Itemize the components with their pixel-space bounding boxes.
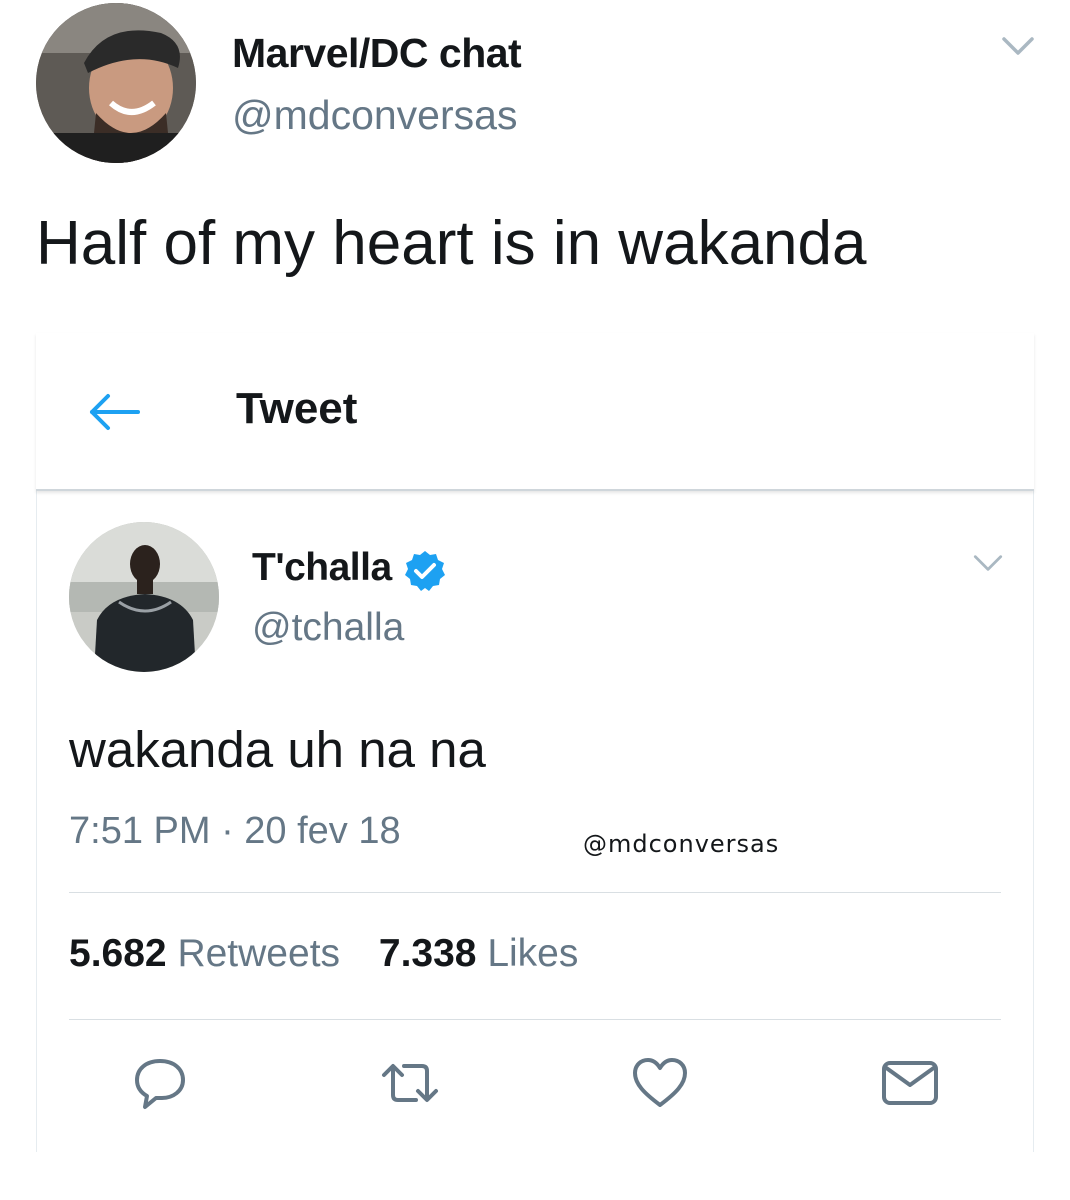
tweet-body: wakanda uh na na bbox=[69, 721, 486, 778]
chevron-down-icon[interactable] bbox=[1001, 35, 1035, 57]
message-icon[interactable] bbox=[880, 1053, 940, 1113]
divider bbox=[69, 1019, 1001, 1020]
avatar-photo bbox=[69, 522, 219, 672]
watermark: @mdconversas bbox=[583, 830, 780, 858]
chevron-down-icon[interactable] bbox=[972, 553, 1004, 573]
engagement-stats: 5.682 Retweets 7.338 Likes bbox=[69, 932, 578, 976]
avatar[interactable] bbox=[36, 3, 196, 163]
retweets-label[interactable]: Retweets bbox=[177, 932, 340, 975]
retweets-count[interactable]: 5.682 bbox=[69, 932, 167, 975]
retweet-icon[interactable] bbox=[380, 1053, 440, 1113]
timestamp[interactable]: 7:51 PM · 20 fev 18 bbox=[69, 810, 401, 853]
screenshot-header bbox=[36, 333, 1034, 491]
divider bbox=[69, 892, 1001, 893]
page-title: Tweet bbox=[236, 384, 358, 433]
likes-count[interactable]: 7.338 bbox=[379, 932, 477, 975]
handle[interactable]: @mdconversas bbox=[232, 92, 517, 139]
avatar-photo bbox=[36, 3, 196, 163]
like-icon[interactable] bbox=[630, 1053, 690, 1113]
verified-badge-icon bbox=[405, 551, 445, 591]
reply-icon[interactable] bbox=[130, 1053, 190, 1113]
tweet-author-handle[interactable]: @tchalla bbox=[252, 606, 404, 650]
tweet-text: Half of my heart is in wakanda bbox=[36, 209, 867, 278]
tweet-avatar[interactable] bbox=[69, 522, 219, 672]
likes-label[interactable]: Likes bbox=[487, 932, 578, 975]
tweet-author-name[interactable]: T'challa bbox=[252, 546, 392, 590]
back-arrow-icon[interactable] bbox=[88, 393, 140, 431]
display-name[interactable]: Marvel/DC chat bbox=[232, 30, 522, 77]
